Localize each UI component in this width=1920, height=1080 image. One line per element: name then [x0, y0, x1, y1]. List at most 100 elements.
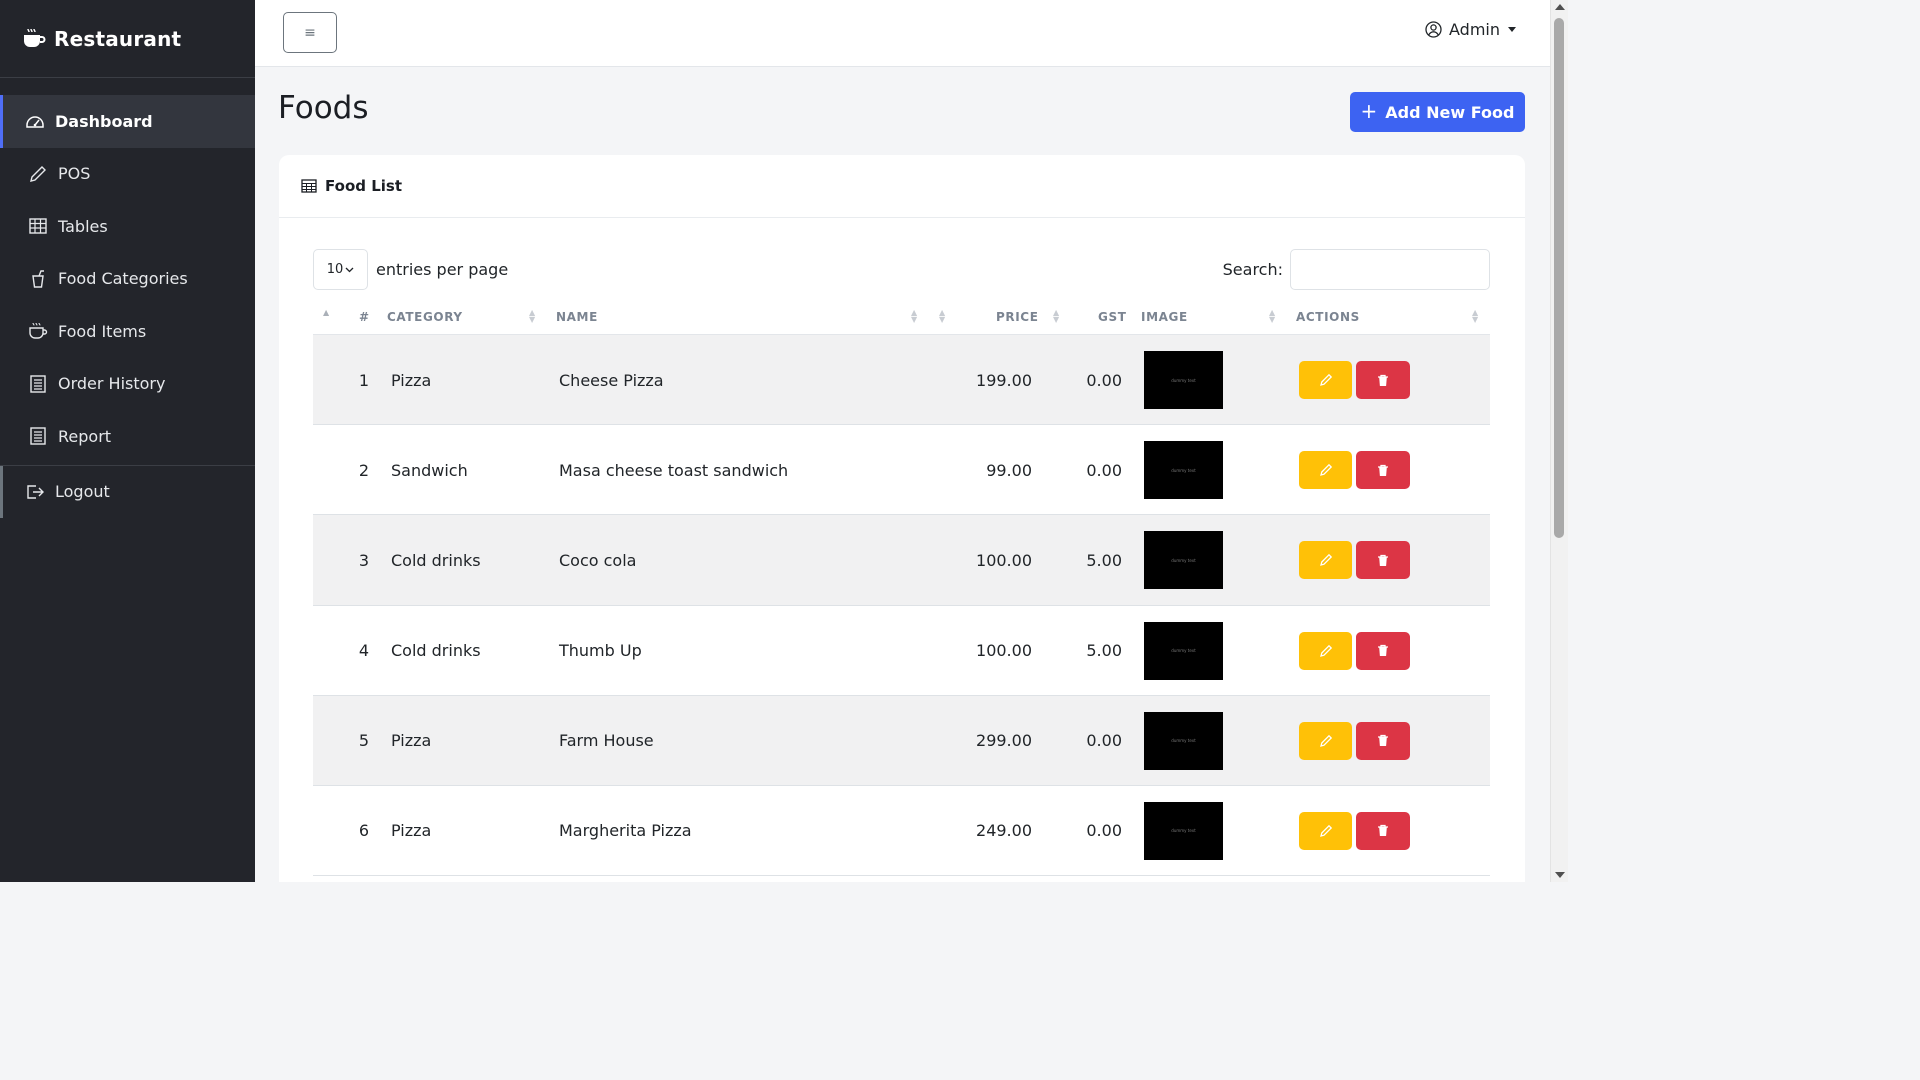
entries-per-page-select[interactable]: 10 [313, 249, 368, 290]
cell-name: Coco cola [559, 550, 637, 570]
sidebar-item-dashboard[interactable]: Dashboard [0, 95, 255, 148]
sidebar-item-tables[interactable]: Tables [0, 200, 255, 253]
cell-gst: 5.00 [1086, 550, 1122, 570]
delete-button[interactable] [1356, 361, 1410, 399]
table-row: 2 Sandwich Masa cheese toast sandwich 99.00… [313, 425, 1490, 516]
col-header-image[interactable]: IMAGE [1141, 298, 1188, 335]
search-input[interactable] [1290, 249, 1490, 290]
page-scrollbar[interactable] [1550, 0, 1568, 882]
entries-label: entries per page [376, 260, 509, 279]
delete-button[interactable] [1356, 631, 1410, 670]
sidebar-item-label: Food Categories [58, 269, 188, 289]
sidebar-item-pos[interactable]: POS [0, 148, 255, 201]
plus-icon: + [1360, 99, 1378, 123]
cell-gst: 5.00 [1086, 641, 1122, 661]
report-icon [27, 425, 49, 447]
sidebar-item-food-categories[interactable]: Food Categories [0, 253, 255, 306]
sort-icon[interactable]: ▲ ▼ [1269, 309, 1275, 324]
edit-button[interactable] [1299, 811, 1352, 850]
add-new-food-button[interactable]: + Add New Food [1350, 92, 1525, 132]
sort-asc-icon[interactable]: ▲ [323, 309, 329, 317]
add-new-food-label: Add New Food [1385, 102, 1515, 122]
coffee-cup-icon [22, 27, 46, 51]
col-header-category[interactable]: CATEGORY [387, 298, 463, 335]
food-table: ▲ # CATEGORY ▲ ▼ NAME ▲ ▼ ▲ ▼ PRICE ▲ ▼ GST … [313, 298, 1490, 877]
cell-price: 199.00 [976, 370, 1032, 390]
cell-num: 4 [358, 641, 369, 661]
cell-price: 249.00 [976, 821, 1032, 841]
sidebar-item-label: Tables [58, 216, 108, 236]
delete-button[interactable] [1356, 451, 1410, 490]
sort-icon[interactable]: ▲ ▼ [1053, 309, 1059, 324]
table-row: 1 Pizza Cheese Pizza 199.00 0.00 dummy text [313, 335, 1490, 426]
sidebar-item-food-items[interactable]: Food Items [0, 305, 255, 358]
edit-icon [1319, 373, 1333, 387]
trash-icon [1377, 734, 1389, 747]
food-image: dummy text [1144, 441, 1223, 500]
cell-name: Margherita Pizza [559, 821, 692, 841]
user-menu[interactable]: Admin [1425, 20, 1516, 39]
delete-button[interactable] [1356, 811, 1410, 850]
cell-num: 6 [358, 821, 369, 841]
sort-icon[interactable]: ▲ ▼ [911, 309, 917, 324]
user-circle-icon [1425, 21, 1442, 38]
edit-button[interactable] [1299, 541, 1352, 580]
sidebar-toggle-button[interactable]: ≡ [283, 12, 337, 53]
brand-name: Restaurant [54, 26, 182, 51]
delete-button[interactable] [1356, 721, 1410, 760]
col-header-actions[interactable]: ACTIONS [1296, 298, 1360, 335]
cell-price: 100.00 [976, 641, 1032, 661]
table-row: 6 Pizza Margherita Pizza 249.00 0.00 dummy te… [313, 786, 1490, 877]
food-list-card: Food List 10 entries per page Search: ▲ … [279, 155, 1525, 882]
list-icon [27, 373, 49, 395]
sidebar-item-label: Report [58, 426, 112, 446]
edit-button[interactable] [1299, 631, 1352, 670]
cell-name: Masa cheese toast sandwich [559, 460, 789, 480]
cell-num: 1 [358, 370, 369, 390]
sort-icon[interactable]: ▲ ▼ [1472, 309, 1478, 324]
table-grid-icon [27, 215, 49, 237]
table-header: ▲ # CATEGORY ▲ ▼ NAME ▲ ▼ ▲ ▼ PRICE ▲ ▼ GST … [313, 298, 1490, 335]
sidebar-item-order-history[interactable]: Order History [0, 358, 255, 411]
trash-icon [1377, 464, 1389, 477]
cell-name: Farm House [559, 731, 654, 751]
cell-category: Cold drinks [391, 550, 481, 570]
delete-button[interactable] [1356, 541, 1410, 580]
col-header-gst[interactable]: GST [1098, 298, 1126, 335]
scroll-down-icon[interactable] [1555, 872, 1565, 878]
sidebar-item-label: Order History [58, 374, 166, 394]
scroll-thumb[interactable] [1554, 18, 1564, 538]
cell-num: 3 [358, 550, 369, 570]
sort-icon[interactable]: ▲ ▼ [529, 309, 535, 324]
cell-num: 5 [358, 731, 369, 751]
food-image: dummy text [1144, 801, 1223, 860]
cup-hot-icon [27, 320, 49, 342]
card-header: Food List [279, 155, 1525, 218]
food-image: dummy text [1144, 621, 1223, 680]
page-title: Foods [278, 90, 369, 126]
edit-icon [1319, 644, 1333, 658]
edit-button[interactable] [1299, 721, 1352, 760]
entries-control: 10 entries per page [313, 249, 508, 290]
col-header-name[interactable]: NAME [556, 298, 598, 335]
col-header-price[interactable]: PRICE [996, 298, 1039, 335]
cell-gst: 0.00 [1086, 821, 1122, 841]
logout-icon [24, 481, 46, 503]
scroll-up-icon[interactable] [1555, 4, 1565, 10]
sidebar-item-logout[interactable]: Logout [0, 465, 255, 518]
brand[interactable]: Restaurant [0, 0, 255, 78]
col-header-num[interactable]: # [359, 298, 370, 335]
edit-icon [1319, 824, 1333, 838]
pencil-icon [27, 163, 49, 185]
trash-icon [1377, 374, 1389, 387]
edit-button[interactable] [1299, 361, 1352, 399]
cell-category: Sandwich [391, 460, 468, 480]
sidebar-item-report[interactable]: Report [0, 410, 255, 463]
gauge-icon [24, 110, 46, 132]
edit-button[interactable] [1299, 451, 1352, 490]
sort-icon[interactable]: ▲ ▼ [939, 309, 945, 324]
sidebar: Restaurant Dashboard POS Tables Food Cat… [0, 0, 255, 882]
cell-num: 2 [358, 460, 369, 480]
cell-price: 100.00 [976, 550, 1032, 570]
cell-gst: 0.00 [1086, 460, 1122, 480]
